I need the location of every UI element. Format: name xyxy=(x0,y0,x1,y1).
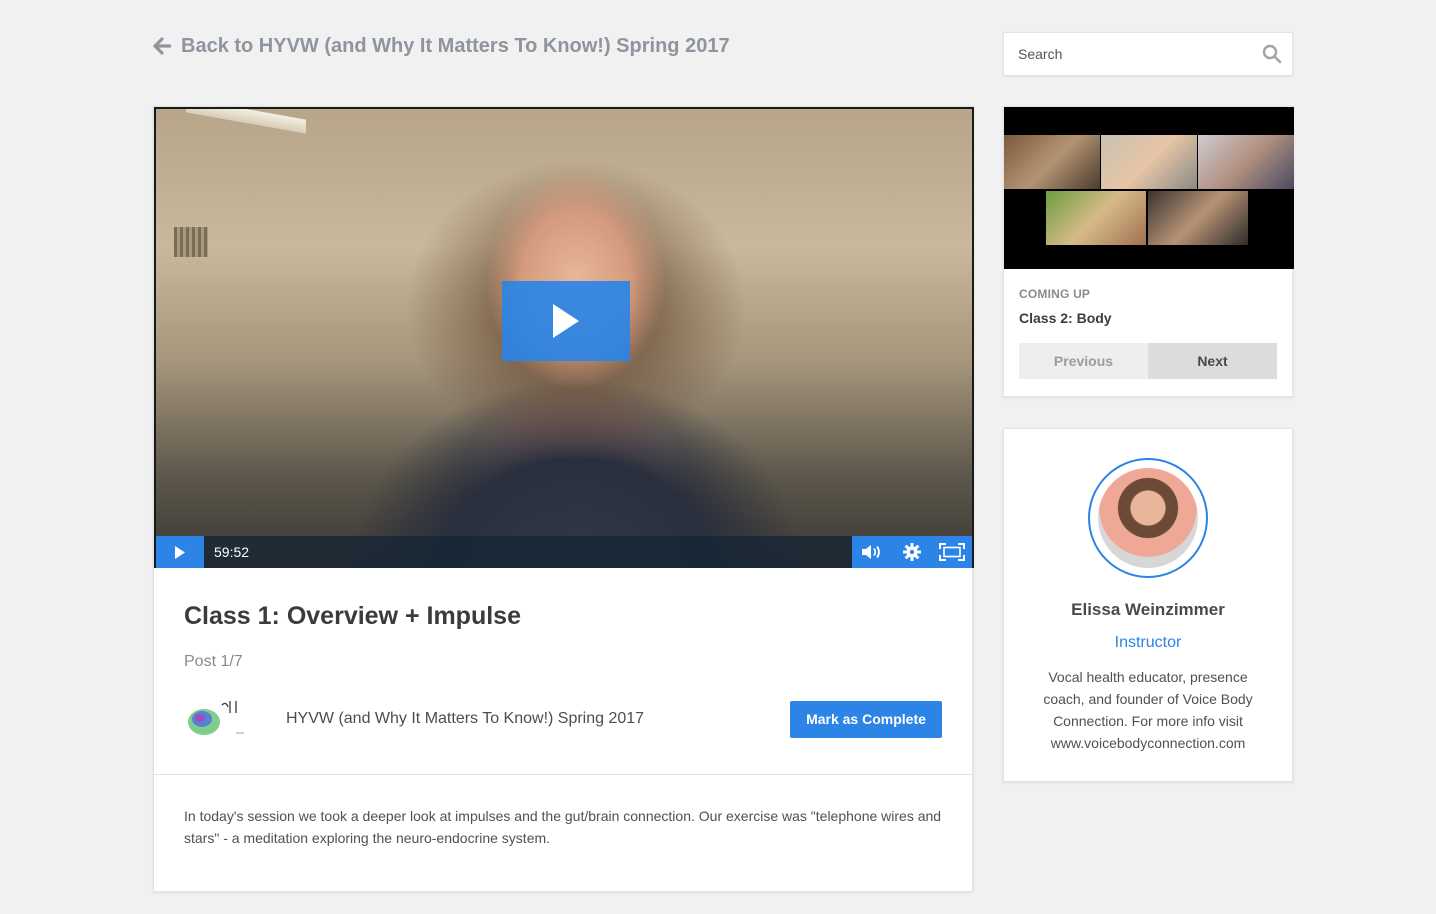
gear-icon xyxy=(903,543,921,561)
avatar-ring xyxy=(1088,458,1208,578)
arrow-left-icon xyxy=(153,37,171,55)
progress-bar[interactable] xyxy=(249,536,852,568)
big-play-button[interactable] xyxy=(502,281,630,361)
instructor-card: Elissa Weinzimmer Instructor Vocal healt… xyxy=(1003,428,1293,782)
video-player[interactable]: 59:52 xyxy=(154,107,974,568)
instructor-bio: Vocal health educator, presence coach, a… xyxy=(1043,669,1253,751)
post-card: 59:52 Class 1: Overview + Impulse Post 1… xyxy=(153,106,974,892)
previous-button[interactable]: Previous xyxy=(1019,343,1148,379)
play-icon xyxy=(175,545,185,559)
post-body: Class 1: Overview + Impulse Post 1/7 HYV… xyxy=(154,568,972,741)
mark-complete-button[interactable]: Mark as Complete xyxy=(790,700,942,738)
video-tile xyxy=(1101,135,1197,189)
wall-vent xyxy=(174,227,208,257)
coming-up-thumbnail[interactable] xyxy=(1004,107,1294,269)
ceiling-light xyxy=(186,109,306,134)
coming-up-label: COMING UP xyxy=(1019,287,1091,301)
search-icon[interactable] xyxy=(1252,33,1292,75)
play-icon xyxy=(553,304,579,338)
course-row: HYVW (and Why It Matters To Know!) Sprin… xyxy=(184,697,942,741)
volume-button[interactable] xyxy=(852,536,892,568)
search-input[interactable] xyxy=(1004,33,1252,75)
post-count: Post 1/7 xyxy=(184,653,243,670)
post-title: Class 1: Overview + Impulse xyxy=(184,602,521,630)
back-link-label: Back to HYVW (and Why It Matters To Know… xyxy=(181,34,730,57)
video-tile xyxy=(1198,135,1294,189)
settings-button[interactable] xyxy=(892,536,932,568)
back-link[interactable]: Back to HYVW (and Why It Matters To Know… xyxy=(153,33,730,59)
coming-up-card: COMING UP Class 2: Body Previous Next xyxy=(1003,106,1294,397)
course-name[interactable]: HYVW (and Why It Matters To Know!) Sprin… xyxy=(286,710,790,728)
video-tile xyxy=(1148,191,1248,245)
coming-up-title[interactable]: Class 2: Body xyxy=(1019,310,1277,326)
volume-icon xyxy=(862,545,880,559)
fullscreen-button[interactable] xyxy=(932,536,972,568)
video-tile xyxy=(1004,135,1100,189)
video-duration: 59:52 xyxy=(214,544,250,560)
video-controls: 59:52 xyxy=(156,536,972,568)
course-logo xyxy=(184,697,248,741)
instructor-role[interactable]: Instructor xyxy=(1004,634,1292,652)
video-tile xyxy=(1046,191,1146,245)
post-navigation: Previous Next xyxy=(1019,343,1277,379)
search-box xyxy=(1003,32,1293,76)
avatar xyxy=(1098,468,1198,568)
next-button[interactable]: Next xyxy=(1148,343,1277,379)
instructor-name: Elissa Weinzimmer xyxy=(1071,600,1225,619)
fullscreen-icon xyxy=(939,543,965,561)
post-description: In today's session we took a deeper look… xyxy=(184,808,942,846)
control-group xyxy=(852,536,972,568)
play-button[interactable] xyxy=(156,536,204,568)
